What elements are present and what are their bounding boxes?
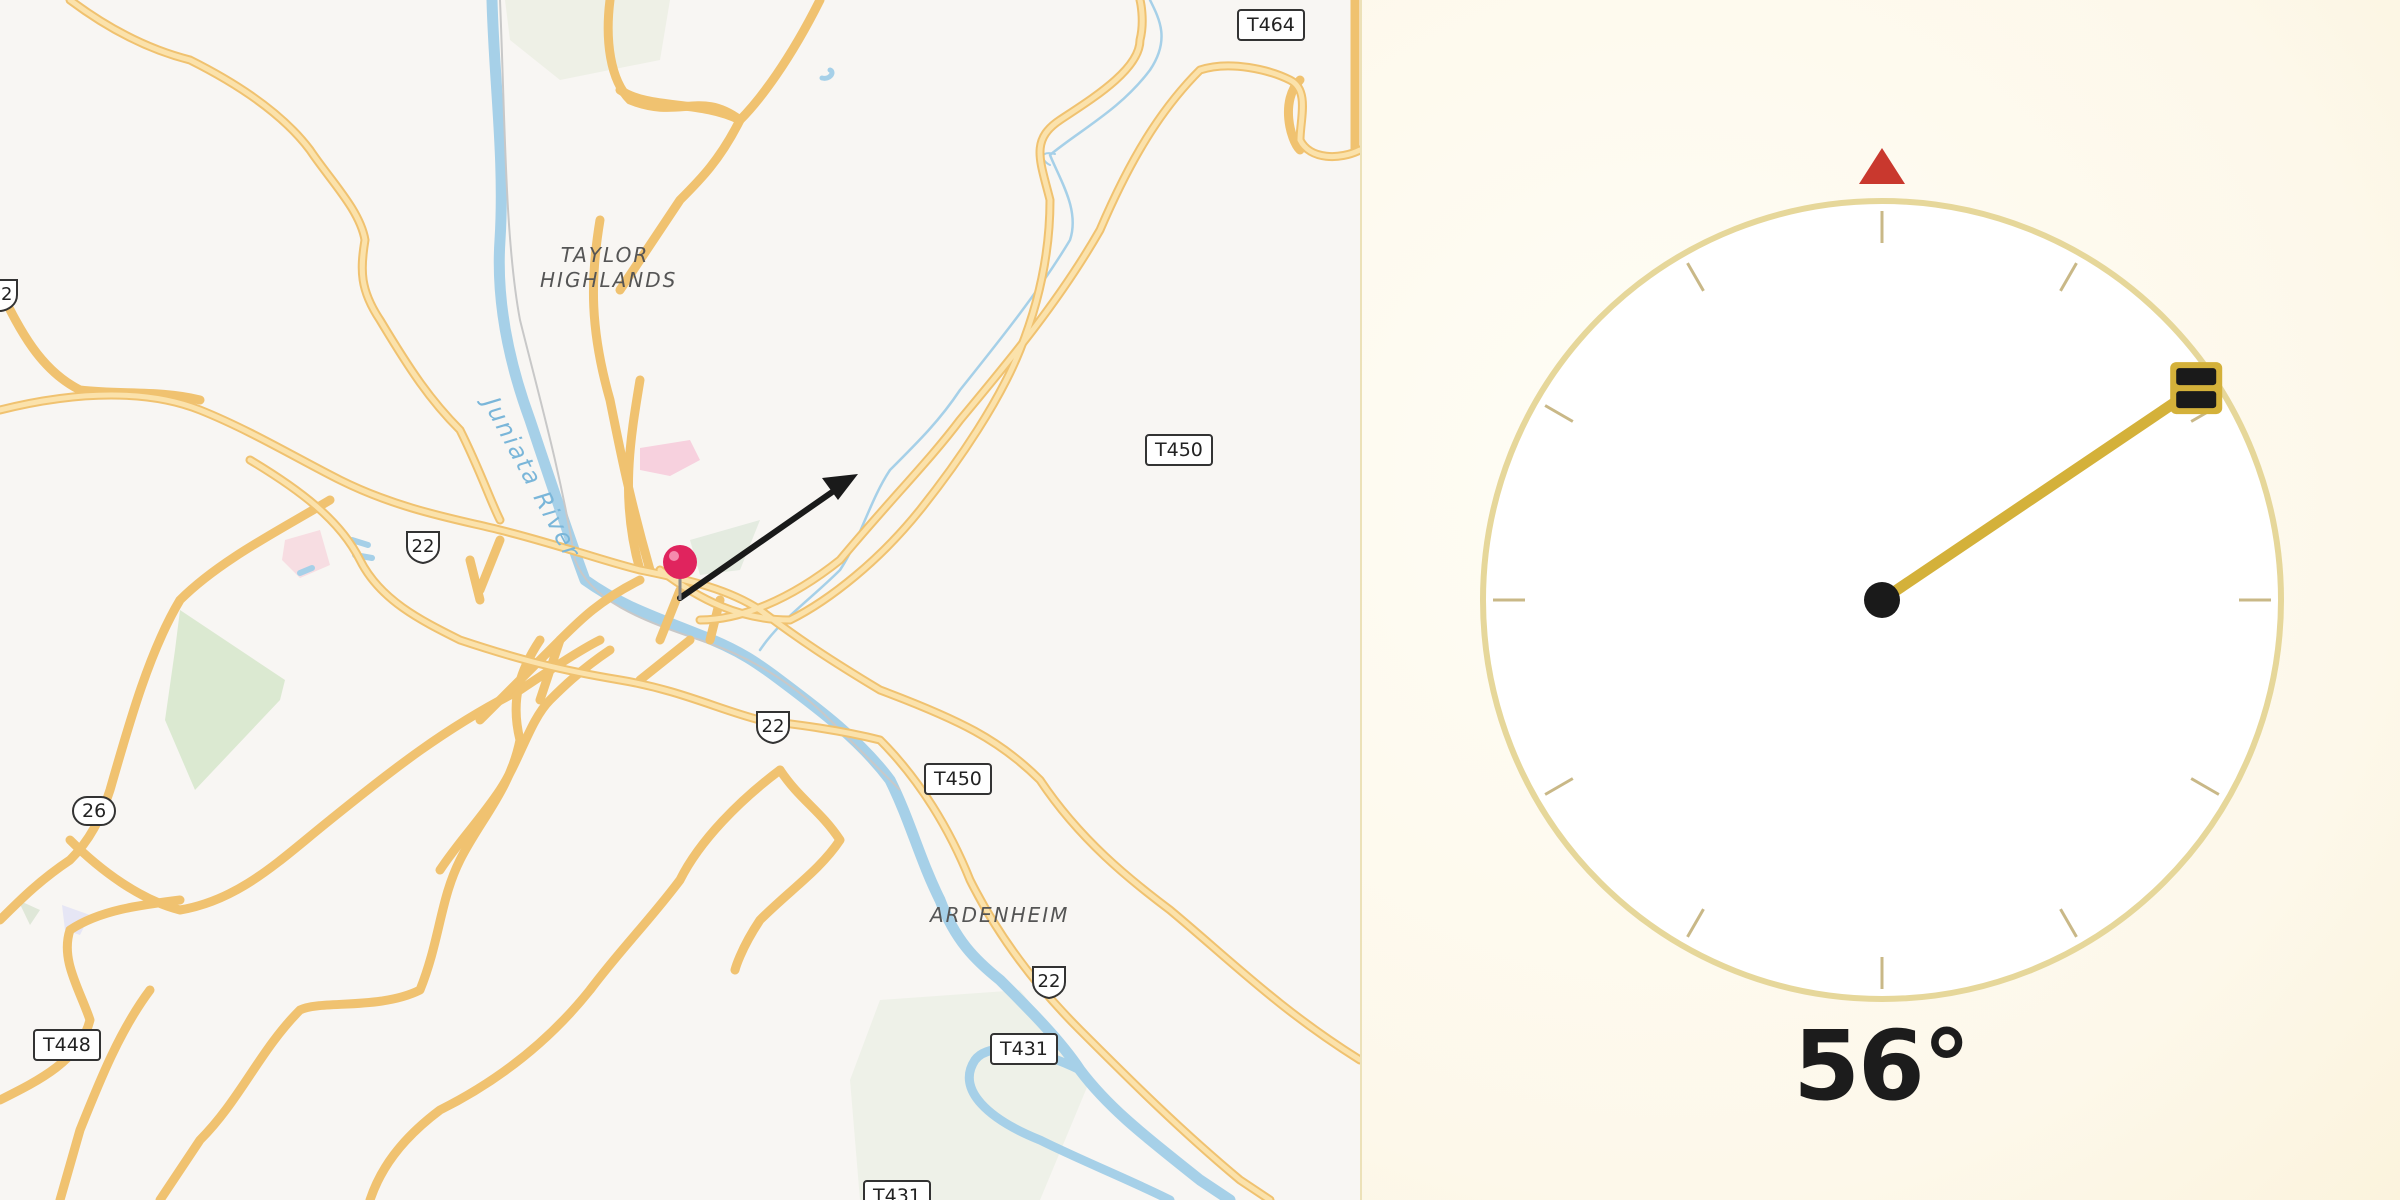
compass-panel: 56° <box>1362 0 2400 1200</box>
river <box>297 0 1236 1200</box>
north-triangle-icon <box>1859 148 1905 184</box>
place-label-ardenheim: ARDENHEIM <box>930 903 1070 927</box>
park-area <box>165 610 285 790</box>
heading-drag-handle[interactable] <box>2170 362 2223 415</box>
us-route-shield-22: 22 <box>1030 964 1068 1000</box>
state-route-shield-26: 26 <box>72 796 117 826</box>
landuse-area <box>640 440 700 476</box>
us-route-shield-22: 22 <box>754 709 792 745</box>
route-shield-t450: T450 <box>924 763 992 795</box>
route-shield-t450: T450 <box>1145 434 1213 466</box>
compass-center-hub <box>1864 582 1900 618</box>
us-route-shield-22: 22 <box>0 277 20 313</box>
route-shield-t431: T431 <box>863 1180 931 1200</box>
map-view[interactable]: TAYLOR HIGHLANDS ARDENHEIM Juniata River… <box>0 0 1360 1200</box>
route-shield-t431: T431 <box>990 1033 1058 1065</box>
park-area <box>505 0 670 80</box>
us-route-shield-22: 22 <box>404 529 442 565</box>
place-label-taylor-highlands: TAYLOR HIGHLANDS <box>540 243 678 292</box>
route-shield-t464: T464 <box>1237 9 1305 41</box>
heading-readout: 56° <box>1793 1010 1971 1122</box>
map-canvas[interactable] <box>0 0 1360 1200</box>
route-shield-t448: T448 <box>33 1029 101 1061</box>
